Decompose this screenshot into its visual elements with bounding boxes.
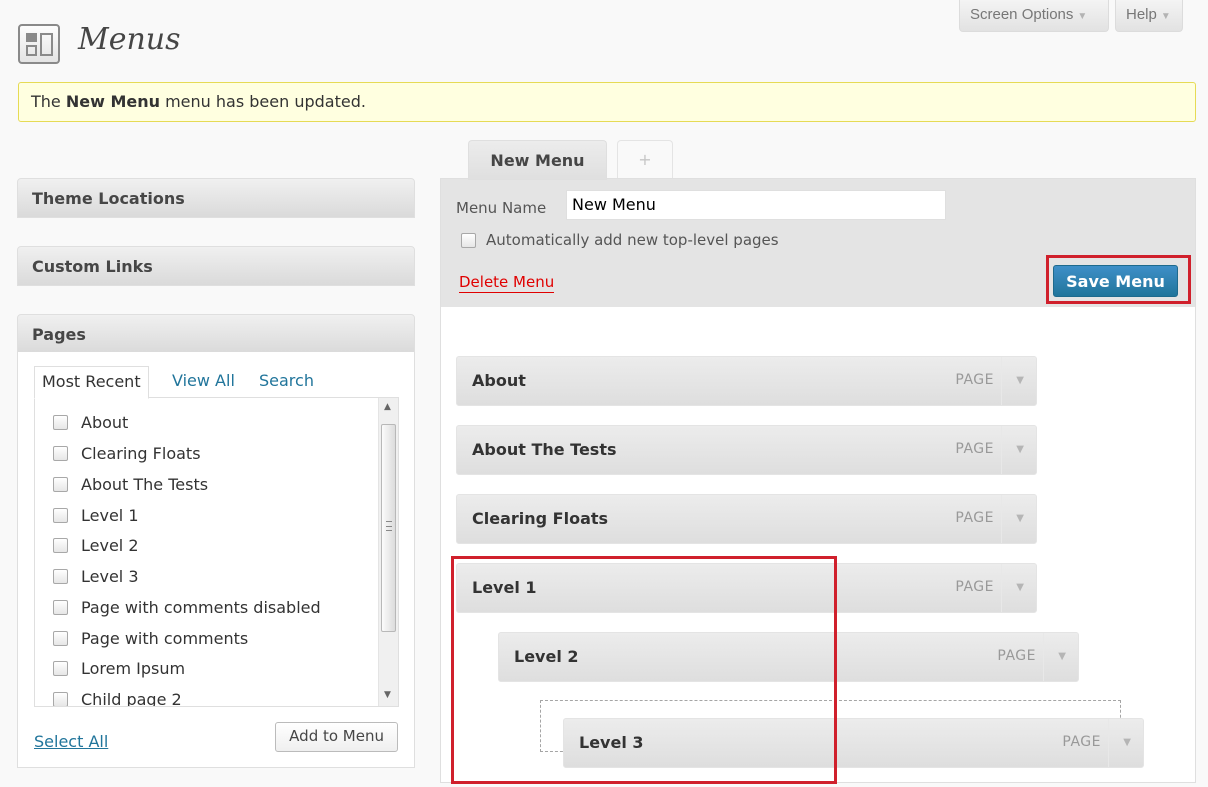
menu-editor: Menu Name New Menu Automatically add new… bbox=[440, 178, 1196, 783]
list-scrollbar[interactable]: ▲ ▼ bbox=[378, 398, 398, 706]
checkbox[interactable] bbox=[53, 414, 68, 430]
checkbox[interactable] bbox=[53, 691, 68, 706]
list-item[interactable]: Clearing Floats bbox=[53, 439, 201, 467]
menu-item-title: Level 3 bbox=[579, 733, 644, 752]
tab-search[interactable]: Search bbox=[259, 366, 314, 395]
menu-item[interactable]: About The Tests PAGE ▼ bbox=[456, 425, 1037, 475]
menu-item-title: Level 2 bbox=[514, 647, 579, 666]
menu-item[interactable]: About PAGE ▼ bbox=[456, 356, 1037, 406]
menu-item-type: PAGE bbox=[997, 648, 1036, 664]
list-item[interactable]: Lorem Ipsum bbox=[53, 654, 185, 682]
add-to-menu-button[interactable]: Add to Menu bbox=[275, 722, 398, 752]
checkbox[interactable] bbox=[53, 630, 68, 646]
list-item-label: Level 2 bbox=[81, 535, 139, 555]
divider bbox=[1108, 719, 1109, 767]
divider bbox=[1001, 426, 1002, 474]
list-item-label: Clearing Floats bbox=[81, 443, 201, 463]
list-item-label: Lorem Ipsum bbox=[81, 658, 186, 678]
menu-item-type: PAGE bbox=[955, 510, 994, 526]
save-menu-button[interactable]: Save Menu bbox=[1053, 265, 1178, 297]
pages-checklist[interactable]: About Clearing Floats About The Tests Le… bbox=[34, 397, 399, 707]
checkbox[interactable] bbox=[53, 507, 68, 523]
menu-item-type: PAGE bbox=[955, 579, 994, 595]
chevron-down-icon[interactable]: ▼ bbox=[1016, 375, 1024, 386]
checkbox[interactable] bbox=[53, 660, 68, 676]
chevron-down-icon[interactable]: ▼ bbox=[1016, 582, 1024, 593]
list-item-label: About bbox=[81, 412, 129, 432]
chevron-down-icon[interactable]: ▼ bbox=[1016, 444, 1024, 455]
auto-add-checkbox[interactable] bbox=[461, 232, 476, 248]
auto-add-label: Automatically add new top-level pages bbox=[486, 231, 779, 249]
list-item[interactable]: Level 3 bbox=[53, 562, 139, 590]
notice-prefix: The bbox=[31, 92, 66, 111]
menu-item-type: PAGE bbox=[955, 441, 994, 457]
menu-name-label: Menu Name bbox=[456, 199, 547, 217]
screen-options-label: Screen Options bbox=[970, 6, 1074, 23]
update-notice: The New Menu menu has been updated. bbox=[18, 82, 1196, 122]
checkbox[interactable] bbox=[53, 445, 68, 461]
chevron-down-icon[interactable]: ▼ bbox=[1123, 737, 1131, 748]
help-button[interactable]: Help ▼ bbox=[1115, 0, 1183, 32]
menu-item-title: About bbox=[472, 371, 526, 390]
menu-item[interactable]: Clearing Floats PAGE ▼ bbox=[456, 494, 1037, 544]
list-item-label: Level 3 bbox=[81, 566, 139, 586]
checkbox[interactable] bbox=[53, 599, 68, 615]
pages-tabs: Most Recent View All Search bbox=[34, 366, 398, 399]
scroll-up-icon[interactable]: ▲ bbox=[384, 402, 391, 412]
menu-item-type: PAGE bbox=[955, 372, 994, 388]
chevron-down-icon[interactable]: ▼ bbox=[1058, 651, 1066, 662]
checkbox[interactable] bbox=[53, 568, 68, 584]
list-item[interactable]: About The Tests bbox=[53, 470, 208, 498]
menu-item-title: Clearing Floats bbox=[472, 509, 609, 528]
pages-header[interactable]: Pages bbox=[17, 314, 415, 354]
delete-menu-link[interactable]: Delete Menu bbox=[459, 273, 555, 293]
menu-item[interactable]: Level 3 PAGE ▼ bbox=[563, 718, 1144, 768]
grip-icon bbox=[386, 521, 392, 531]
pages-panel: Most Recent View All Search About Cleari… bbox=[17, 352, 415, 768]
chevron-down-icon[interactable]: ▼ bbox=[1016, 513, 1024, 524]
menu-item-type: PAGE bbox=[1062, 734, 1101, 750]
scrollbar-thumb[interactable] bbox=[381, 424, 396, 632]
divider bbox=[1001, 357, 1002, 405]
menu-editor-header: Menu Name New Menu Automatically add new… bbox=[441, 179, 1195, 307]
list-item[interactable]: Level 1 bbox=[53, 501, 139, 529]
notice-suffix: menu has been updated. bbox=[160, 92, 366, 111]
tab-view-all[interactable]: View All bbox=[172, 366, 235, 395]
menu-item[interactable]: Level 2 PAGE ▼ bbox=[498, 632, 1079, 682]
menu-item-title: About The Tests bbox=[472, 440, 617, 459]
list-item[interactable]: Level 2 bbox=[53, 531, 139, 559]
list-item-label: Level 1 bbox=[81, 505, 139, 525]
list-item[interactable]: About bbox=[53, 408, 128, 436]
help-label: Help bbox=[1126, 6, 1157, 23]
list-item-label: Child page 2 bbox=[81, 689, 182, 707]
page-title: Menus bbox=[78, 22, 181, 57]
chevron-down-icon: ▼ bbox=[1160, 11, 1171, 22]
custom-links-header[interactable]: Custom Links bbox=[17, 246, 415, 286]
scroll-down-icon[interactable]: ▼ bbox=[384, 690, 391, 700]
tab-most-recent[interactable]: Most Recent bbox=[34, 366, 149, 399]
menu-item-title: Level 1 bbox=[472, 578, 537, 597]
menu-item[interactable]: Level 1 PAGE ▼ bbox=[456, 563, 1037, 613]
checkbox[interactable] bbox=[53, 537, 68, 553]
chevron-down-icon: ▼ bbox=[1077, 11, 1088, 22]
divider bbox=[1001, 564, 1002, 612]
menu-name-input[interactable]: New Menu bbox=[566, 190, 946, 220]
list-item[interactable]: Page with comments bbox=[53, 624, 248, 652]
select-all-link[interactable]: Select All bbox=[34, 732, 108, 751]
theme-locations-header[interactable]: Theme Locations bbox=[17, 178, 415, 218]
list-item-label: Page with comments disabled bbox=[81, 597, 321, 617]
notice-menu-name: New Menu bbox=[65, 92, 160, 111]
list-item[interactable]: Child page 2 bbox=[53, 685, 182, 707]
divider bbox=[1001, 495, 1002, 543]
list-item-label: Page with comments bbox=[81, 628, 249, 648]
list-item-label: About The Tests bbox=[81, 474, 209, 494]
checkbox[interactable] bbox=[53, 476, 68, 492]
add-menu-tab[interactable]: + bbox=[617, 140, 673, 178]
screen-options-button[interactable]: Screen Options ▼ bbox=[959, 0, 1109, 32]
menus-page-icon bbox=[18, 24, 60, 64]
divider bbox=[1043, 633, 1044, 681]
tab-new-menu[interactable]: New Menu bbox=[468, 140, 607, 180]
list-item[interactable]: Page with comments disabled bbox=[53, 593, 321, 621]
auto-add-option[interactable]: Automatically add new top-level pages bbox=[461, 231, 779, 249]
